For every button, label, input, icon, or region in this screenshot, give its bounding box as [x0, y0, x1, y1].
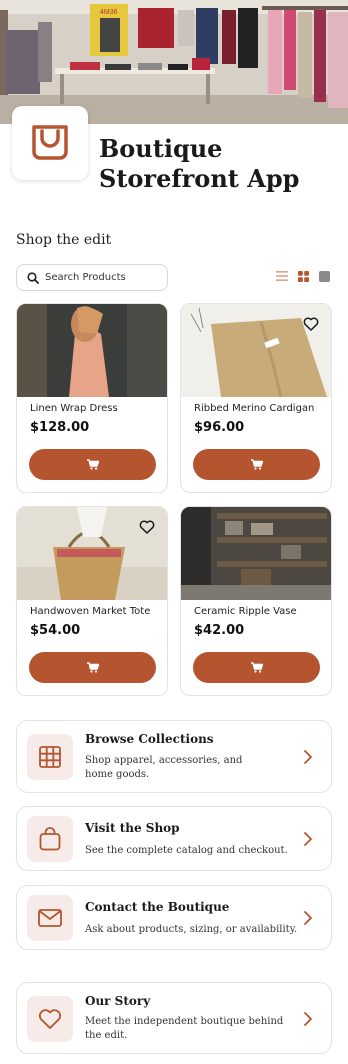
app-logo [12, 106, 88, 180]
heart-icon [27, 996, 73, 1042]
link-description: See the complete catalog and checkout. [85, 845, 288, 856]
search-icon [27, 271, 39, 284]
cart-icon [250, 459, 263, 470]
product-price: $128.00 [30, 420, 90, 435]
product-card[interactable]: Handwoven Market Tote $54.00 [16, 506, 168, 696]
app-title: Boutique Storefront App [99, 134, 300, 193]
our-story-card[interactable]: Our Story Meet the independent boutique … [16, 982, 332, 1054]
product-name: Ribbed Merino Cardigan [194, 403, 315, 414]
visit-shop-card[interactable]: Visit the Shop See the complete catalog … [16, 806, 332, 871]
view-toggle-group [276, 270, 330, 282]
shopping-bag-logo-icon [32, 125, 68, 160]
add-to-cart-button[interactable] [193, 652, 320, 683]
chevron-right-icon [304, 832, 312, 846]
add-to-cart-button[interactable] [29, 652, 156, 683]
grid-view-icon[interactable] [297, 270, 309, 282]
add-to-cart-button[interactable] [193, 449, 320, 480]
contact-boutique-card[interactable]: Contact the Boutique Ask about products,… [16, 885, 332, 950]
product-name: Ceramic Ripple Vase [194, 606, 297, 617]
mail-icon [27, 895, 73, 941]
cart-icon [86, 459, 99, 470]
product-card[interactable]: Ceramic Ripple Vase $42.00 [180, 506, 332, 696]
link-title: Visit the Shop [85, 821, 180, 835]
heart-icon[interactable] [303, 316, 319, 332]
section-heading: Shop the edit [16, 232, 112, 248]
product-name: Linen Wrap Dress [30, 403, 118, 414]
svg-text:4M36: 4M36 [100, 9, 118, 16]
link-title: Browse Collections [85, 732, 214, 746]
link-title: Our Story [85, 994, 151, 1008]
cart-icon [250, 662, 263, 673]
search-input[interactable] [45, 272, 155, 283]
cart-icon [86, 662, 99, 673]
shopping-bag-icon [27, 816, 73, 862]
add-to-cart-button[interactable] [29, 449, 156, 480]
link-description: Ask about products, sizing, or availabil… [85, 924, 298, 935]
chevron-right-icon [304, 911, 312, 925]
heart-icon[interactable] [139, 519, 155, 535]
product-image[interactable] [181, 507, 331, 600]
chevron-right-icon [304, 1012, 312, 1026]
chevron-right-icon [304, 750, 312, 764]
product-card[interactable]: Linen Wrap Dress $128.00 [16, 303, 168, 493]
link-description: Meet the independent boutique behind the … [85, 1016, 284, 1041]
gallery-view-icon[interactable] [318, 270, 330, 282]
product-card[interactable]: Ribbed Merino Cardigan $96.00 [180, 303, 332, 493]
browse-collections-card[interactable]: Browse Collections Shop apparel, accesso… [16, 720, 332, 793]
product-price: $54.00 [30, 623, 81, 638]
grid-icon [27, 734, 73, 780]
link-title: Contact the Boutique [85, 900, 230, 914]
list-view-icon[interactable] [276, 270, 288, 282]
product-image[interactable] [17, 304, 167, 397]
product-price: $96.00 [194, 420, 245, 435]
search-bar[interactable] [16, 264, 168, 291]
product-price: $42.00 [194, 623, 245, 638]
link-description: Shop apparel, accessories, and home goods… [85, 755, 243, 780]
product-name: Handwoven Market Tote [30, 606, 151, 617]
